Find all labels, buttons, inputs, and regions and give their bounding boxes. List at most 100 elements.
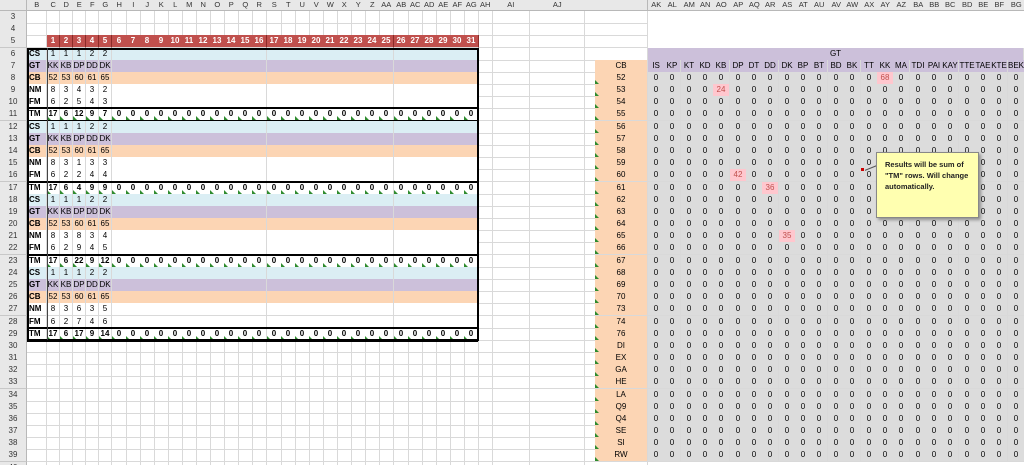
summary-value-cell[interactable]: 0 xyxy=(1008,108,1024,121)
summary-value-cell[interactable]: 0 xyxy=(828,242,845,255)
grid-cell[interactable] xyxy=(86,376,99,389)
data-cell[interactable]: 0 xyxy=(337,108,352,121)
grid-cell[interactable] xyxy=(422,376,437,389)
summary-value-cell[interactable]: 0 xyxy=(746,376,763,389)
summary-value-cell[interactable]: 0 xyxy=(746,242,763,255)
grid-cell[interactable] xyxy=(27,35,47,48)
grid-cell[interactable] xyxy=(295,376,310,389)
summary-value-cell[interactable]: 0 xyxy=(861,449,878,462)
data-cell[interactable] xyxy=(394,303,409,316)
summary-value-cell[interactable]: 0 xyxy=(861,376,878,389)
data-cell[interactable] xyxy=(267,242,282,255)
grid-cell[interactable] xyxy=(478,35,493,48)
summary-value-cell[interactable]: 0 xyxy=(877,376,894,389)
grid-cell[interactable] xyxy=(224,449,239,462)
summary-value-cell[interactable]: 0 xyxy=(811,449,828,462)
data-cell[interactable] xyxy=(323,242,338,255)
data-cell[interactable]: 0 xyxy=(196,328,211,341)
grid-cell[interactable] xyxy=(112,376,127,389)
grid-cell[interactable] xyxy=(154,449,169,462)
column-header[interactable]: AK xyxy=(648,0,666,11)
grid-cell[interactable] xyxy=(478,242,493,255)
grid-cell[interactable] xyxy=(478,108,493,121)
summary-value-cell[interactable]: 0 xyxy=(910,242,927,255)
grid-cell[interactable] xyxy=(351,376,366,389)
data-cell[interactable] xyxy=(140,303,155,316)
summary-value-cell[interactable]: 0 xyxy=(681,303,698,316)
grid-cell[interactable] xyxy=(252,449,267,462)
grid-cell[interactable] xyxy=(99,376,112,389)
data-cell[interactable]: 0 xyxy=(112,108,127,121)
data-cell[interactable] xyxy=(154,303,169,316)
data-cell[interactable] xyxy=(238,242,253,255)
grid-cell[interactable] xyxy=(464,376,479,389)
summary-value-cell[interactable]: 0 xyxy=(877,242,894,255)
data-cell[interactable] xyxy=(112,242,127,255)
column-header[interactable]: C xyxy=(47,0,61,11)
summary-value-cell[interactable]: 0 xyxy=(811,376,828,389)
summary-value-cell[interactable]: 0 xyxy=(795,242,812,255)
summary-value-cell[interactable]: 0 xyxy=(664,376,681,389)
data-cell[interactable]: 0 xyxy=(365,328,380,341)
summary-value-cell[interactable]: 0 xyxy=(648,449,665,462)
data-cell[interactable]: 0 xyxy=(168,108,183,121)
data-cell[interactable]: 5 xyxy=(99,303,112,316)
column-header[interactable]: AX xyxy=(861,0,879,11)
grid-cell[interactable] xyxy=(281,449,296,462)
data-cell[interactable] xyxy=(210,242,225,255)
data-cell[interactable] xyxy=(464,303,479,316)
grid-cell[interactable] xyxy=(196,449,211,462)
row-header[interactable]: 27 xyxy=(0,303,27,316)
data-cell[interactable]: 0 xyxy=(140,328,155,341)
summary-value-cell[interactable]: 0 xyxy=(861,108,878,121)
data-cell[interactable] xyxy=(154,169,169,182)
column-header[interactable]: AV xyxy=(828,0,846,11)
summary-value-cell[interactable]: 0 xyxy=(1008,449,1024,462)
grid-cell[interactable] xyxy=(182,449,197,462)
grid-cell[interactable] xyxy=(379,376,394,389)
data-cell[interactable]: 0 xyxy=(450,328,465,341)
data-cell[interactable] xyxy=(394,242,409,255)
grid-cell[interactable] xyxy=(60,449,73,462)
column-header[interactable]: AS xyxy=(779,0,797,11)
data-cell[interactable] xyxy=(295,242,310,255)
data-cell[interactable] xyxy=(464,169,479,182)
data-cell[interactable] xyxy=(224,303,239,316)
data-cell[interactable] xyxy=(182,242,197,255)
summary-value-cell[interactable]: 0 xyxy=(991,376,1008,389)
summary-value-cell[interactable]: 0 xyxy=(681,449,698,462)
grid-cell[interactable] xyxy=(238,449,253,462)
column-header[interactable]: AA xyxy=(379,0,395,11)
data-cell[interactable] xyxy=(252,303,267,316)
summary-value-cell[interactable]: 0 xyxy=(975,108,992,121)
summary-value-cell[interactable]: 0 xyxy=(762,242,779,255)
data-cell[interactable]: 8 xyxy=(47,303,60,316)
column-header[interactable]: AP xyxy=(730,0,748,11)
data-cell[interactable]: 0 xyxy=(126,328,141,341)
summary-value-cell[interactable]: 0 xyxy=(762,108,779,121)
data-cell[interactable] xyxy=(224,169,239,182)
summary-value-cell[interactable]: 0 xyxy=(746,303,763,316)
data-cell[interactable] xyxy=(450,303,465,316)
summary-value-cell[interactable]: 0 xyxy=(877,449,894,462)
data-cell[interactable] xyxy=(436,242,451,255)
data-cell[interactable]: 0 xyxy=(252,108,267,121)
grid-cell[interactable] xyxy=(408,376,423,389)
grid-cell[interactable] xyxy=(492,35,530,48)
data-cell[interactable] xyxy=(323,303,338,316)
grid-cell[interactable] xyxy=(492,376,530,389)
summary-value-cell[interactable]: 0 xyxy=(877,108,894,121)
data-cell[interactable] xyxy=(140,242,155,255)
data-cell[interactable]: 4 xyxy=(86,169,99,182)
grid-cell[interactable] xyxy=(323,376,338,389)
data-cell[interactable] xyxy=(112,303,127,316)
column-header[interactable]: BG xyxy=(1008,0,1024,11)
summary-value-cell[interactable]: 0 xyxy=(779,242,796,255)
data-cell[interactable]: 0 xyxy=(295,108,310,121)
summary-value-cell[interactable]: 0 xyxy=(746,108,763,121)
summary-value-cell[interactable]: 0 xyxy=(795,108,812,121)
data-cell[interactable]: 17 xyxy=(47,328,60,341)
column-header[interactable]: BB xyxy=(926,0,944,11)
grid-cell[interactable] xyxy=(224,376,239,389)
column-header[interactable]: AI xyxy=(492,0,531,11)
